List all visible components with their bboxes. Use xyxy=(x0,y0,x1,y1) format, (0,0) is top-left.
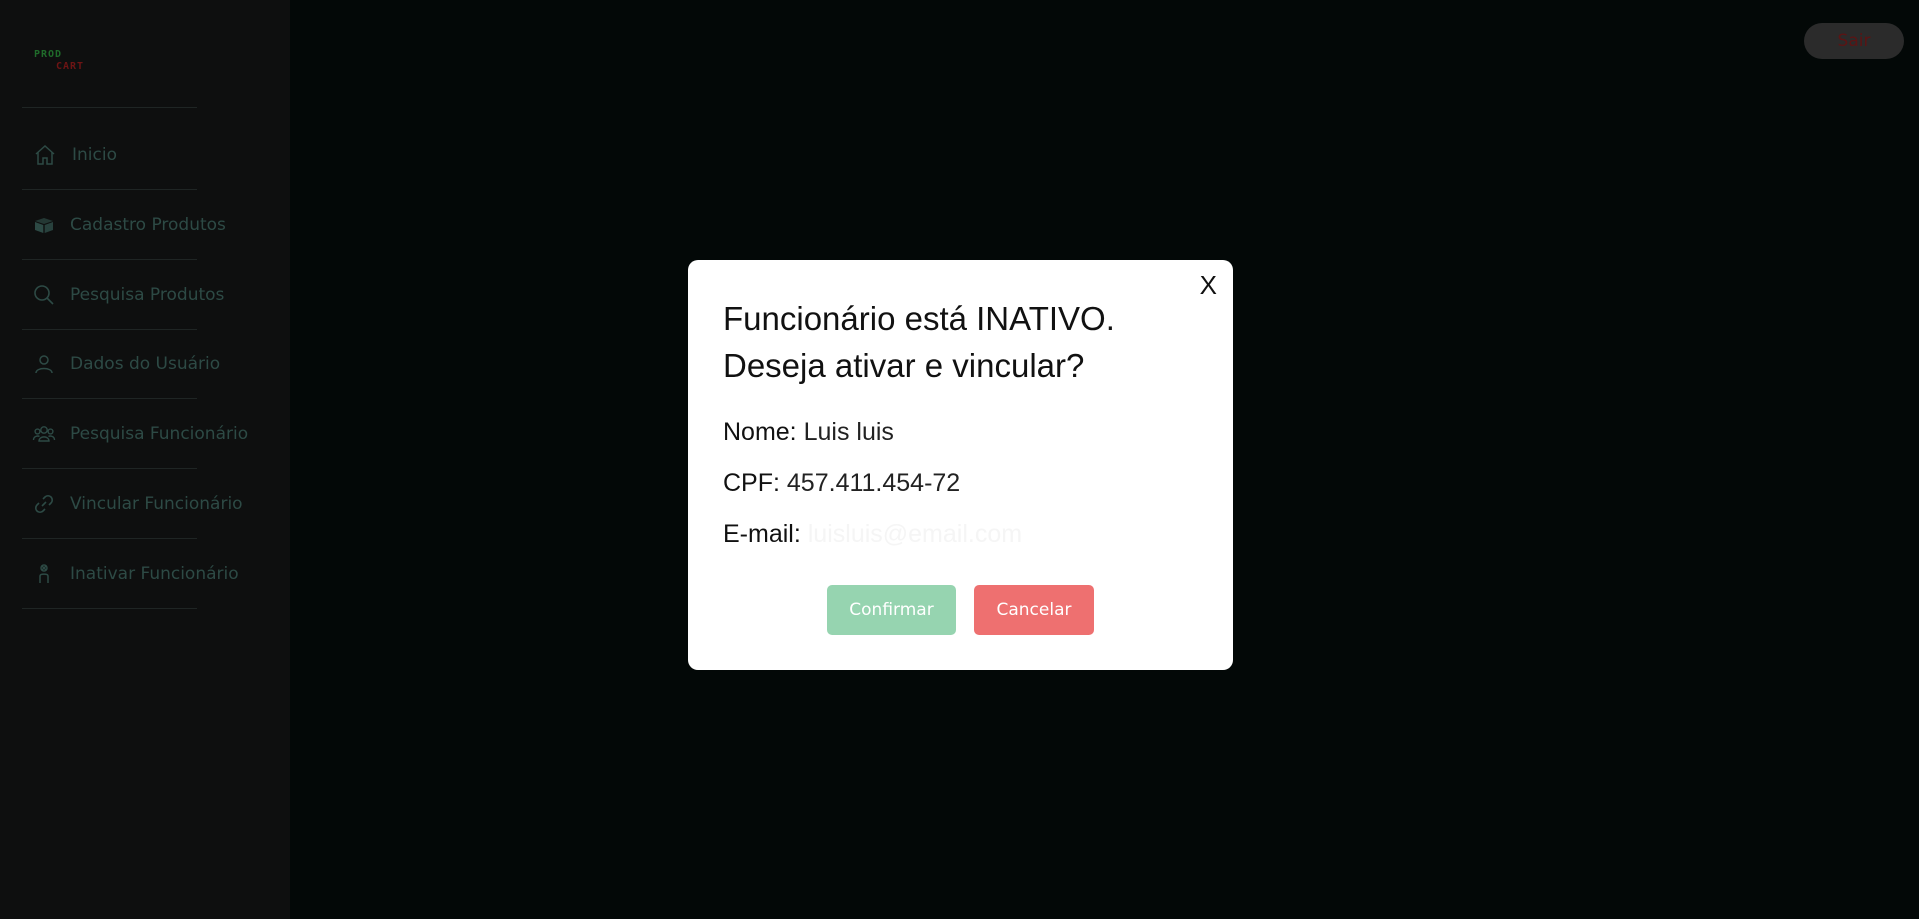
box-icon xyxy=(32,212,56,238)
confirm-activation-modal: X Funcionário está INATIVO. Deseja ativa… xyxy=(688,260,1233,670)
sidebar-item-label: Inativar Funcionário xyxy=(70,564,239,584)
name-label: Nome: xyxy=(723,418,797,446)
logo-line-1: PROD xyxy=(34,49,63,60)
sidebar-item-vincular-funcionario[interactable]: Vincular Funcionário xyxy=(22,469,243,539)
confirm-button[interactable]: Confirmar xyxy=(827,585,956,635)
close-icon[interactable]: X xyxy=(1200,270,1217,301)
sidebar-item-pesquisa-produtos[interactable]: Pesquisa Produtos xyxy=(22,260,224,330)
employee-email-field: E-mail: luisluis@email.com xyxy=(723,520,1022,549)
sidebar-item-label: Vincular Funcionário xyxy=(70,494,243,514)
sidebar-item-label: Pesquisa Produtos xyxy=(70,285,225,305)
sidebar-item-label: Cadastro Produtos xyxy=(70,215,226,235)
sidebar-item-label: Inicio xyxy=(72,145,117,165)
sidebar-item-label: Dados do Usuário xyxy=(70,354,221,374)
sidebar-item-inicio[interactable]: Inicio xyxy=(22,120,197,190)
user-icon xyxy=(32,351,56,377)
employee-name-field: Nome: Luis luis xyxy=(723,418,894,447)
sidebar-divider xyxy=(22,107,197,108)
app-root: PROD CART Inicio Cadastro Produtos Pesqu… xyxy=(0,0,1919,919)
modal-title: Funcionário está INATIVO. Deseja ativar … xyxy=(723,300,1115,384)
sidebar: PROD CART Inicio Cadastro Produtos Pesqu… xyxy=(0,0,290,919)
email-label: E-mail: xyxy=(723,520,801,548)
email-value: luisluis@email.com xyxy=(807,520,1023,548)
cpf-label: CPF: xyxy=(723,469,780,497)
logout-button[interactable]: Sair xyxy=(1804,23,1904,59)
employee-cpf-field: CPF: 457.411.454-72 xyxy=(723,469,960,498)
search-icon xyxy=(32,282,56,308)
home-icon xyxy=(32,142,58,168)
cpf-value: 457.411.454-72 xyxy=(786,469,961,497)
sidebar-item-inativar-funcionario[interactable]: Inativar Funcionário xyxy=(22,539,239,609)
sidebar-item-pesquisa-funcionario[interactable]: Pesquisa Funcionário xyxy=(22,399,248,469)
sidebar-item-label: Pesquisa Funcionário xyxy=(70,424,249,444)
logo-line-2: CART xyxy=(56,61,85,72)
user-off-icon xyxy=(32,561,56,587)
name-value: Luis luis xyxy=(803,418,894,446)
logo: PROD CART xyxy=(34,50,104,78)
sidebar-item-dados-usuario[interactable]: Dados do Usuário xyxy=(22,329,220,399)
sidebar-item-cadastro-produtos[interactable]: Cadastro Produtos xyxy=(22,190,226,260)
link-icon xyxy=(32,491,56,517)
users-icon xyxy=(32,421,56,447)
cancel-button[interactable]: Cancelar xyxy=(974,585,1094,635)
